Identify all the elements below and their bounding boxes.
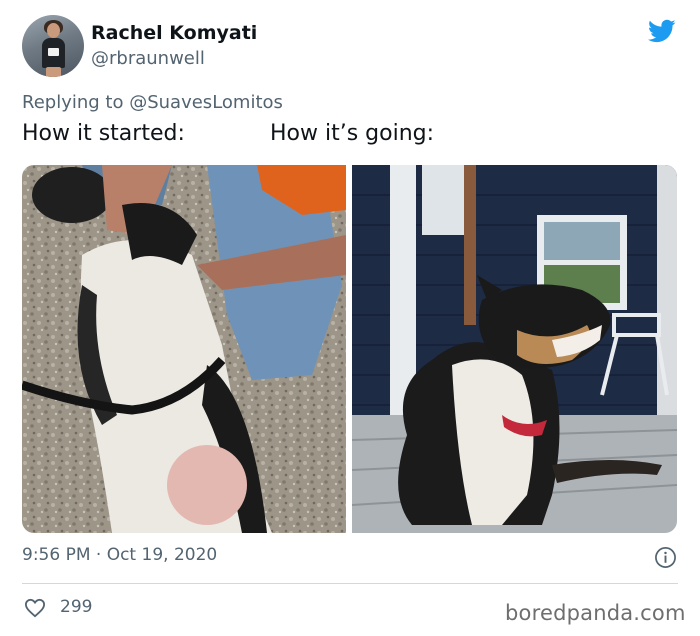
tweet-timestamp[interactable]: 9:56 PM · Oct 19, 2020 xyxy=(22,545,217,565)
puppy-on-back-photo[interactable] xyxy=(22,165,346,533)
twitter-bird-icon[interactable] xyxy=(646,17,678,45)
heart-icon[interactable] xyxy=(24,598,46,618)
author-display-name[interactable]: Rachel Komyati xyxy=(91,22,257,44)
boredpanda-watermark: boredpanda.com xyxy=(505,601,686,625)
avatar[interactable] xyxy=(22,15,84,77)
like-count: 299 xyxy=(60,597,93,617)
info-icon[interactable] xyxy=(654,546,677,569)
replying-to-line: Replying to @SuavesLomitos xyxy=(22,92,283,113)
tweet-text-started: How it started: xyxy=(22,121,185,146)
footer-divider xyxy=(22,583,678,584)
avatar-head xyxy=(47,23,60,38)
replying-prefix: Replying to xyxy=(22,92,124,113)
avatar-legs xyxy=(46,67,61,77)
adult-dog-on-porch-photo[interactable] xyxy=(352,165,677,533)
avatar-race-bib xyxy=(48,48,59,56)
tweet-text-going: How it’s going: xyxy=(270,121,435,146)
replying-to-mention[interactable]: @SuavesLomitos xyxy=(129,92,283,113)
author-handle[interactable]: @rbraunwell xyxy=(91,48,205,69)
